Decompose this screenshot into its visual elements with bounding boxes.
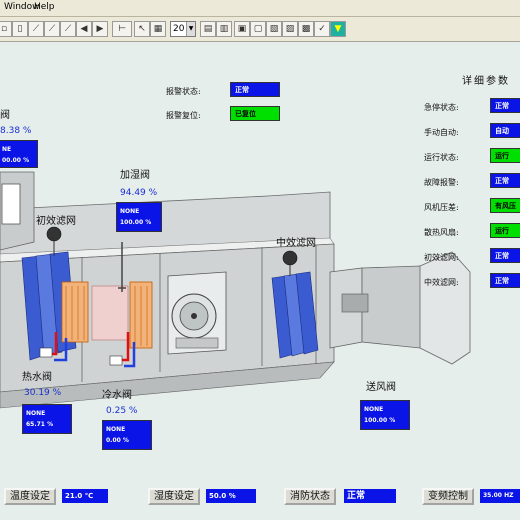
toolbar-tool-icon[interactable]: ▧ xyxy=(266,21,282,37)
cold-water-valve-label: 冷水阀 xyxy=(102,390,132,401)
param-label: 手动自动: xyxy=(424,128,459,137)
fire-status-label: 消防状态 xyxy=(284,488,336,505)
param-label: 运行状态: xyxy=(424,153,459,162)
param-label: 初效滤网: xyxy=(424,253,459,262)
cold-water-valve-pct: 0.25 % xyxy=(106,406,138,416)
toolbar-tool-icon[interactable]: ▼ xyxy=(330,21,346,37)
toolbar-tool-icon[interactable]: ▫ xyxy=(0,21,12,37)
toolbar-tool-icon[interactable]: ⟋ xyxy=(28,21,44,37)
humidifier-valve-pct: 94.49 % xyxy=(120,188,158,198)
toolbar-tool-icon[interactable]: ⟋ xyxy=(60,21,76,37)
supply-duct xyxy=(329,251,471,365)
param-label: 中效滤网: xyxy=(424,278,459,287)
fresh-air-valve-label: 阀 xyxy=(0,110,10,121)
fire-status-value: 正常 xyxy=(344,489,396,503)
toolbar-tool-icon[interactable]: ▣ xyxy=(234,21,250,37)
arrow-left-icon[interactable]: ◀ xyxy=(76,21,92,37)
toolbar-tool-icon[interactable]: ✓ xyxy=(314,21,330,37)
cold-water-valve-box[interactable]: NONE 0.00 % xyxy=(102,420,152,450)
param-value: 正常 xyxy=(490,98,520,113)
param-value: 正常 xyxy=(490,248,520,263)
fresh-air-valve-box[interactable]: NE 00.00 % xyxy=(0,140,38,168)
toolbar-tool-icon[interactable]: ▯ xyxy=(12,21,28,37)
supply-air-valve-label: 送风阀 xyxy=(366,382,396,393)
grid-icon[interactable]: ▦ xyxy=(150,21,166,37)
param-value: 正常 xyxy=(490,173,520,188)
hot-water-valve-box[interactable]: NONE 65.71 % xyxy=(22,404,72,434)
primary-filter-label: 初效滤网 xyxy=(36,216,76,227)
alarm-status-value: 正常 xyxy=(230,82,280,97)
pointer-icon[interactable]: ↖ xyxy=(134,21,150,37)
temp-setpoint-button[interactable]: 温度设定 xyxy=(4,488,56,505)
chevron-down-icon: ▼ xyxy=(186,22,195,36)
pressure-gauge-icon xyxy=(282,250,298,266)
toolbar-tool-icon[interactable]: ▨ xyxy=(282,21,298,37)
param-label: 散热风扇: xyxy=(424,228,459,237)
param-value: 有风压 xyxy=(490,198,520,213)
hot-water-valve-icon xyxy=(39,347,53,358)
params-title: 详细参数 xyxy=(462,76,510,87)
medium-filter-pleats xyxy=(271,271,319,359)
zoom-select[interactable]: 20 ▼ xyxy=(170,21,196,37)
humidity-setpoint-button[interactable]: 湿度设定 xyxy=(148,488,200,505)
humidity-setpoint-value[interactable]: 50.0 % xyxy=(206,489,256,503)
alarm-reset-button[interactable]: 已复位 xyxy=(230,106,280,121)
hvac-scada-panel: 报警状态: 正常 报警复位: 已复位 详细参数 急停状态: 正常 手动自动: 自动 运行… xyxy=(0,42,520,520)
toolbar-tool-icon[interactable]: ▤ xyxy=(200,21,216,37)
toolbar: ▫ ▯ ⟋ ⟋ ⟋ ◀ ▶ ⊢ ↖ ▦ 20 ▼ ▤ ▥ ▣ ▢ ▧ ▨ ▩ ✓… xyxy=(0,17,520,42)
menu-help[interactable]: Help xyxy=(34,2,55,12)
temp-setpoint-value[interactable]: 21.0 ℃ xyxy=(62,489,108,503)
supply-air-valve-box[interactable]: NONE 100.00 % xyxy=(360,400,410,430)
fresh-air-valve-pct: 8.38 % xyxy=(0,126,32,136)
toolbar-tool-icon[interactable]: ▢ xyxy=(250,21,266,37)
param-label: 风机压差: xyxy=(424,203,459,212)
param-label: 急停状态: xyxy=(424,103,459,112)
hot-water-valve-label: 热水阀 xyxy=(22,372,52,383)
vfd-control-button[interactable]: 变频控制 xyxy=(422,488,474,505)
hot-water-valve-pct: 30.19 % xyxy=(24,388,62,398)
pressure-gauge-icon xyxy=(46,226,62,242)
arrow-right-icon[interactable]: ▶ xyxy=(92,21,108,37)
param-value: 正常 xyxy=(490,273,520,288)
heating-coil xyxy=(61,281,89,343)
toolbar-tool-icon[interactable]: ▩ xyxy=(298,21,314,37)
vfd-control-value[interactable]: 35.00 HZ xyxy=(480,489,520,503)
alarm-reset-label: 报警复位: xyxy=(166,111,201,120)
menu-bar: Window Help xyxy=(0,0,520,17)
medium-filter-label: 中效滤网 xyxy=(276,238,316,249)
zoom-value: 20 xyxy=(173,24,185,34)
supply-fan xyxy=(167,271,227,355)
toolbar-tool-icon[interactable]: ▥ xyxy=(216,21,232,37)
param-value: 自动 xyxy=(490,123,520,138)
humidifier-valve-label: 加湿阀 xyxy=(120,170,150,181)
cold-water-valve-icon xyxy=(109,355,123,366)
toolbar-tool-icon[interactable]: ⟋ xyxy=(44,21,60,37)
param-value: 运行 xyxy=(490,223,520,238)
humidifier-valve-box[interactable]: NONE 100.00 % xyxy=(116,202,162,232)
alarm-status-label: 报警状态: xyxy=(166,87,201,96)
toolbar-tool-icon[interactable]: ⊢ xyxy=(112,21,132,37)
param-value: 运行 xyxy=(490,148,520,163)
param-label: 故障报警: xyxy=(424,178,459,187)
cooling-coil xyxy=(129,281,153,349)
